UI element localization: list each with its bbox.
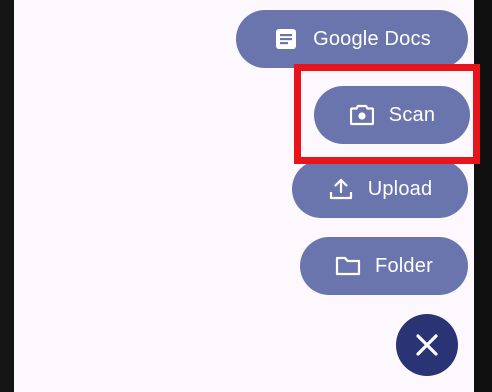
close-icon xyxy=(416,334,438,356)
google-docs-icon xyxy=(273,26,299,52)
google-docs-action-button[interactable]: Google Docs xyxy=(236,10,468,68)
folder-icon xyxy=(335,253,361,279)
google-docs-label: Google Docs xyxy=(313,27,431,50)
upload-label: Upload xyxy=(367,177,433,200)
phone-frame: Google Docs Scan Upload Folder xyxy=(0,0,492,392)
device-bezel-right xyxy=(474,0,492,392)
device-bezel-left xyxy=(0,0,14,392)
upload-icon xyxy=(328,176,354,202)
upload-action-button[interactable]: Upload xyxy=(292,160,468,218)
app-screen: Google Docs Scan Upload Folder xyxy=(14,0,474,392)
close-fab-button[interactable] xyxy=(396,314,458,376)
folder-action-button[interactable]: Folder xyxy=(300,237,468,295)
scan-highlight-box xyxy=(294,64,480,164)
folder-label: Folder xyxy=(375,254,433,277)
